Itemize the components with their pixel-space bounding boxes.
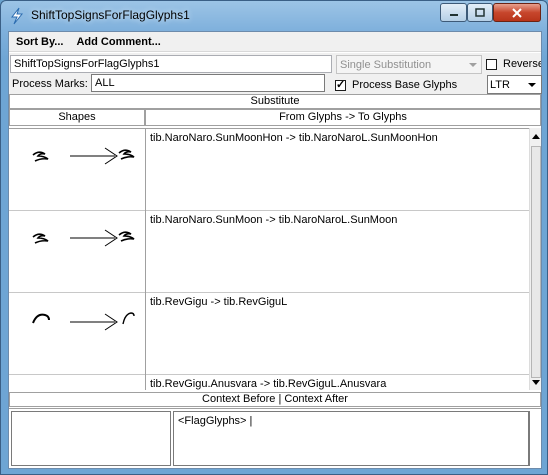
chevron-down-icon — [469, 63, 477, 67]
table-row[interactable]: tib.NaroNaro.SunMoon -> tib.NaroNaroL.Su… — [9, 211, 529, 293]
shapes-column-header[interactable]: Shapes — [9, 109, 145, 126]
menu-sort-by[interactable]: Sort By... — [16, 36, 63, 48]
glyph-to-icon — [118, 231, 135, 242]
context-section-header: Context Before | Context After — [9, 392, 541, 407]
glyph-to-icon — [118, 149, 135, 160]
glyph-from-icon — [32, 313, 50, 324]
scroll-up-icon[interactable] — [530, 130, 542, 142]
context-scrollbar[interactable] — [529, 411, 539, 466]
minimize-icon — [449, 13, 458, 16]
glyph-to-icon — [122, 312, 135, 325]
substitution-rule: tib.NaroNaro.SunMoon -> tib.NaroNaroL.Su… — [150, 214, 398, 226]
title-bar[interactable]: ShiftTopSignsForFlagGlyphs1 — [1, 1, 547, 31]
glyph-from-icon — [32, 151, 49, 162]
arrow-right-icon — [70, 147, 118, 165]
shape-preview — [9, 129, 146, 211]
context-before-field[interactable] — [11, 411, 171, 466]
context-panel: <FlagGlyphs> | — [9, 408, 541, 469]
lightning-icon — [10, 7, 24, 25]
direction-select[interactable]: LTR — [487, 75, 542, 94]
substitution-list: tib.NaroNaro.SunMoonHon -> tib.NaroNaroL… — [9, 128, 529, 390]
glyphs-column-header[interactable]: From Glyphs -> To Glyphs — [145, 109, 541, 126]
minimize-button[interactable] — [440, 3, 467, 22]
direction-value: LTR — [490, 79, 510, 91]
shape-preview — [9, 293, 146, 375]
substitution-rule: tib.RevGigu.Anusvara -> tib.RevGiguL.Anu… — [150, 378, 387, 390]
app-window: ShiftTopSignsForFlagGlyphs1 Sort By... A… — [0, 0, 548, 475]
shape-preview — [9, 375, 146, 390]
substitute-section-header: Substitute — [9, 94, 541, 109]
reverse-label: Reverse — [503, 58, 541, 70]
arrow-right-icon — [70, 313, 118, 331]
process-base-glyphs-checkbox[interactable] — [335, 78, 346, 91]
client-area: Sort By... Add Comment... ShiftTopSignsF… — [8, 31, 542, 469]
context-after-field[interactable]: <FlagGlyphs> | — [173, 411, 529, 466]
lookup-toolbar: ShiftTopSignsForFlagGlyphs1 Single Subst… — [9, 53, 542, 95]
table-row[interactable]: tib.NaroNaro.SunMoonHon -> tib.NaroNaroL… — [9, 129, 529, 211]
substitution-scrollbar[interactable] — [529, 128, 541, 390]
menu-add-comment[interactable]: Add Comment... — [76, 36, 160, 48]
process-marks-field[interactable]: ALL — [91, 74, 325, 92]
table-row[interactable]: tib.RevGigu -> tib.RevGiguL — [9, 293, 529, 375]
menu-bar: Sort By... Add Comment... — [9, 32, 541, 52]
glyph-from-icon — [32, 233, 49, 244]
lookup-name-field[interactable]: ShiftTopSignsForFlagGlyphs1 — [10, 55, 332, 73]
lookup-type-select: Single Substitution — [336, 55, 482, 74]
reverse-checkbox[interactable] — [486, 59, 497, 70]
shape-preview — [9, 211, 146, 293]
maximize-icon — [475, 8, 485, 17]
substitution-rule: tib.NaroNaro.SunMoonHon -> tib.NaroNaroL… — [150, 132, 438, 144]
maximize-button[interactable] — [467, 3, 493, 22]
close-icon — [512, 7, 522, 18]
lookup-type-value: Single Substitution — [340, 59, 432, 71]
substitution-rule: tib.RevGigu -> tib.RevGiguL — [150, 296, 288, 308]
window-title: ShiftTopSignsForFlagGlyphs1 — [31, 8, 190, 22]
chevron-down-icon — [528, 83, 536, 87]
table-row[interactable]: tib.RevGigu.Anusvara -> tib.RevGiguL.Anu… — [9, 375, 529, 390]
process-base-glyphs-label: Process Base Glyphs — [352, 79, 458, 91]
close-button[interactable] — [493, 3, 541, 22]
scroll-thumb[interactable] — [531, 146, 541, 378]
scroll-down-icon[interactable] — [530, 376, 542, 388]
arrow-right-icon — [70, 229, 118, 247]
process-marks-label: Process Marks: — [12, 78, 88, 90]
